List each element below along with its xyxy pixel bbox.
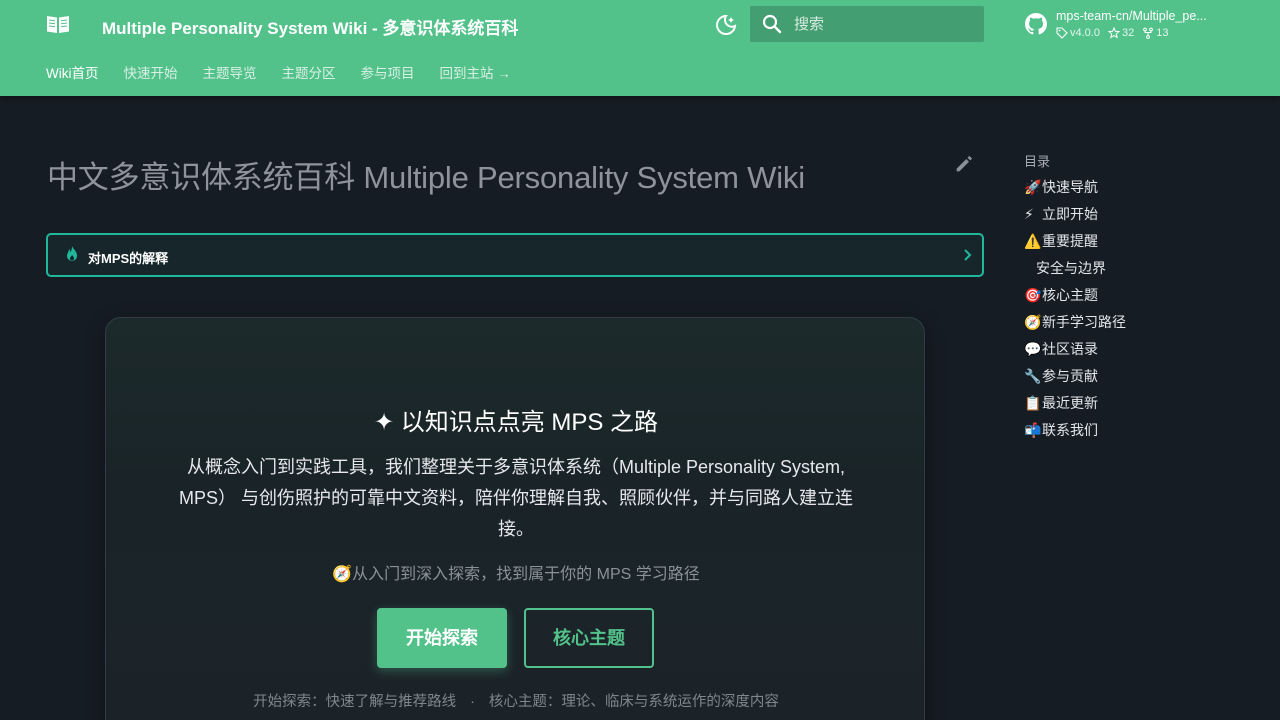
tab-wiki-home[interactable]: Wiki首页 xyxy=(46,56,99,92)
search-input[interactable] xyxy=(794,6,974,42)
tab-back-to-main-site[interactable]: 回到主站 → xyxy=(440,56,511,92)
site-title[interactable]: Multiple Personality System Wiki - 多意识体系… xyxy=(102,14,518,39)
core-topics-button[interactable]: 核心主题 xyxy=(524,608,654,668)
mps-explanation-admonition[interactable]: 对MPS的解释 xyxy=(46,233,984,277)
target-icon: 🎯 xyxy=(1024,287,1042,303)
toc-item-label: 快速导航 xyxy=(1042,179,1098,195)
repo-link[interactable]: mps-team-cn/Multiple_pe... v4.0.0 32 13 xyxy=(1024,8,1244,44)
search-icon xyxy=(762,14,782,34)
tab-topic-guide[interactable]: 主题导览 xyxy=(203,56,257,92)
fire-icon xyxy=(67,246,77,261)
repo-forks: 13 xyxy=(1142,27,1168,39)
repo-version: v4.0.0 xyxy=(1056,27,1100,39)
compass-icon: 🧭 xyxy=(1024,314,1042,330)
toc-item-beginner-path[interactable]: 🧭新手学习路径 xyxy=(1024,309,1126,336)
toc-item-contact-us[interactable]: 📬联系我们 xyxy=(1024,417,1126,444)
repo-forks-count: 13 xyxy=(1156,27,1169,39)
toc-item-recent-updates[interactable]: 📋最近更新 xyxy=(1024,390,1126,417)
hero-card: ✦ 以知识点点亮 MPS 之路 从概念入门到实践工具，我们整理关于多意识体系统（… xyxy=(105,317,925,720)
site-header: Multiple Personality System Wiki - 多意识体系… xyxy=(0,0,1280,96)
repo-stars: 32 xyxy=(1107,27,1135,39)
hero-foot-start: 开始探索：快速了解与推荐路线 xyxy=(253,694,457,710)
repo-name: mps-team-cn/Multiple_pe... xyxy=(1056,9,1207,23)
wrench-icon: 🔧 xyxy=(1024,368,1042,384)
toc-item-label: 联系我们 xyxy=(1042,422,1098,438)
toc-item-quick-nav[interactable]: 🚀快速导航 xyxy=(1024,174,1126,201)
tab-contribute[interactable]: 参与项目 xyxy=(361,56,415,92)
tag-icon xyxy=(1056,27,1068,39)
tab-quick-start[interactable]: 快速开始 xyxy=(124,56,178,92)
edit-pencil-icon[interactable] xyxy=(953,153,975,175)
clipboard-icon: 📋 xyxy=(1024,395,1042,411)
toc-item-label: 安全与边界 xyxy=(1036,260,1106,276)
start-exploring-button[interactable]: 开始探索 xyxy=(377,608,507,668)
nav-tabs: Wiki首页 快速开始 主题导览 主题分区 参与项目 回到主站 → xyxy=(46,56,536,92)
tab-topic-sections[interactable]: 主题分区 xyxy=(282,56,336,92)
star-icon xyxy=(1107,27,1120,39)
speech-bubble-icon: 💬 xyxy=(1024,341,1042,357)
table-of-contents: 🚀快速导航 ⚡ 立即开始 ⚠️重要提醒 安全与边界 🎯核心主题 🧭新手学习路径 💬… xyxy=(1024,174,1126,444)
toc-item-label: 社区语录 xyxy=(1042,341,1098,357)
dark-mode-toggle-icon[interactable] xyxy=(714,13,738,37)
github-icon xyxy=(1025,13,1047,35)
warning-icon: ⚠️ xyxy=(1024,233,1042,249)
hero-learning-path-text: 🧭从入门到深入探索，找到属于你的 MPS 学习路径 xyxy=(332,566,700,583)
toc-title: 目录 xyxy=(1024,154,1051,169)
toc-item-contribute[interactable]: 🔧参与贡献 xyxy=(1024,363,1126,390)
repo-facts: v4.0.0 32 13 xyxy=(1056,27,1168,39)
toc-item-core-topics[interactable]: 🎯核心主题 xyxy=(1024,282,1126,309)
fork-icon xyxy=(1143,27,1154,39)
top-bar: Multiple Personality System Wiki - 多意识体系… xyxy=(0,0,1280,50)
hero-foot-core: 核心主题：理论、临床与系统运作的深度内容 xyxy=(488,694,779,710)
toc-item-start-now[interactable]: ⚡ 立即开始 xyxy=(1024,201,1126,228)
toc-item-label: 新手学习路径 xyxy=(1042,314,1126,330)
lightning-icon: ⚡ xyxy=(1024,206,1034,222)
hero-foot-separator: · xyxy=(470,694,475,710)
toc-item-community-quotes[interactable]: 💬社区语录 xyxy=(1024,336,1126,363)
repo-stars-count: 32 xyxy=(1121,27,1135,39)
toc-item-safety-boundaries[interactable]: 安全与边界 xyxy=(1024,255,1126,282)
hero-footnote: 开始探索：快速了解与推荐路线 · 核心主题：理论、临床与系统运作的深度内容 xyxy=(106,690,926,711)
chevron-right-icon xyxy=(964,249,972,261)
hero-title: ✦ 以知识点点亮 MPS 之路 xyxy=(373,409,659,436)
search-box[interactable] xyxy=(750,6,984,42)
toc-item-label: 立即开始 xyxy=(1042,206,1098,222)
toc-item-label: 重要提醒 xyxy=(1042,233,1098,249)
mailbox-icon: 📬 xyxy=(1024,422,1042,438)
book-logo-icon[interactable] xyxy=(46,14,70,34)
hero-description: 从概念入门到实践工具，我们整理关于多意识体系统（Multiple Persona… xyxy=(178,457,853,539)
toc-item-label: 核心主题 xyxy=(1042,287,1098,303)
toc-item-label: 参与贡献 xyxy=(1042,368,1098,384)
repo-version-text: v4.0.0 xyxy=(1070,27,1100,39)
rocket-icon: 🚀 xyxy=(1024,179,1042,195)
toc-item-label: 最近更新 xyxy=(1042,395,1098,411)
admonition-title: 对MPS的解释 xyxy=(88,251,169,266)
page-title: 中文多意识体系统百科 Multiple Personality System W… xyxy=(47,160,805,195)
toc-item-important-notice[interactable]: ⚠️重要提醒 xyxy=(1024,228,1126,255)
